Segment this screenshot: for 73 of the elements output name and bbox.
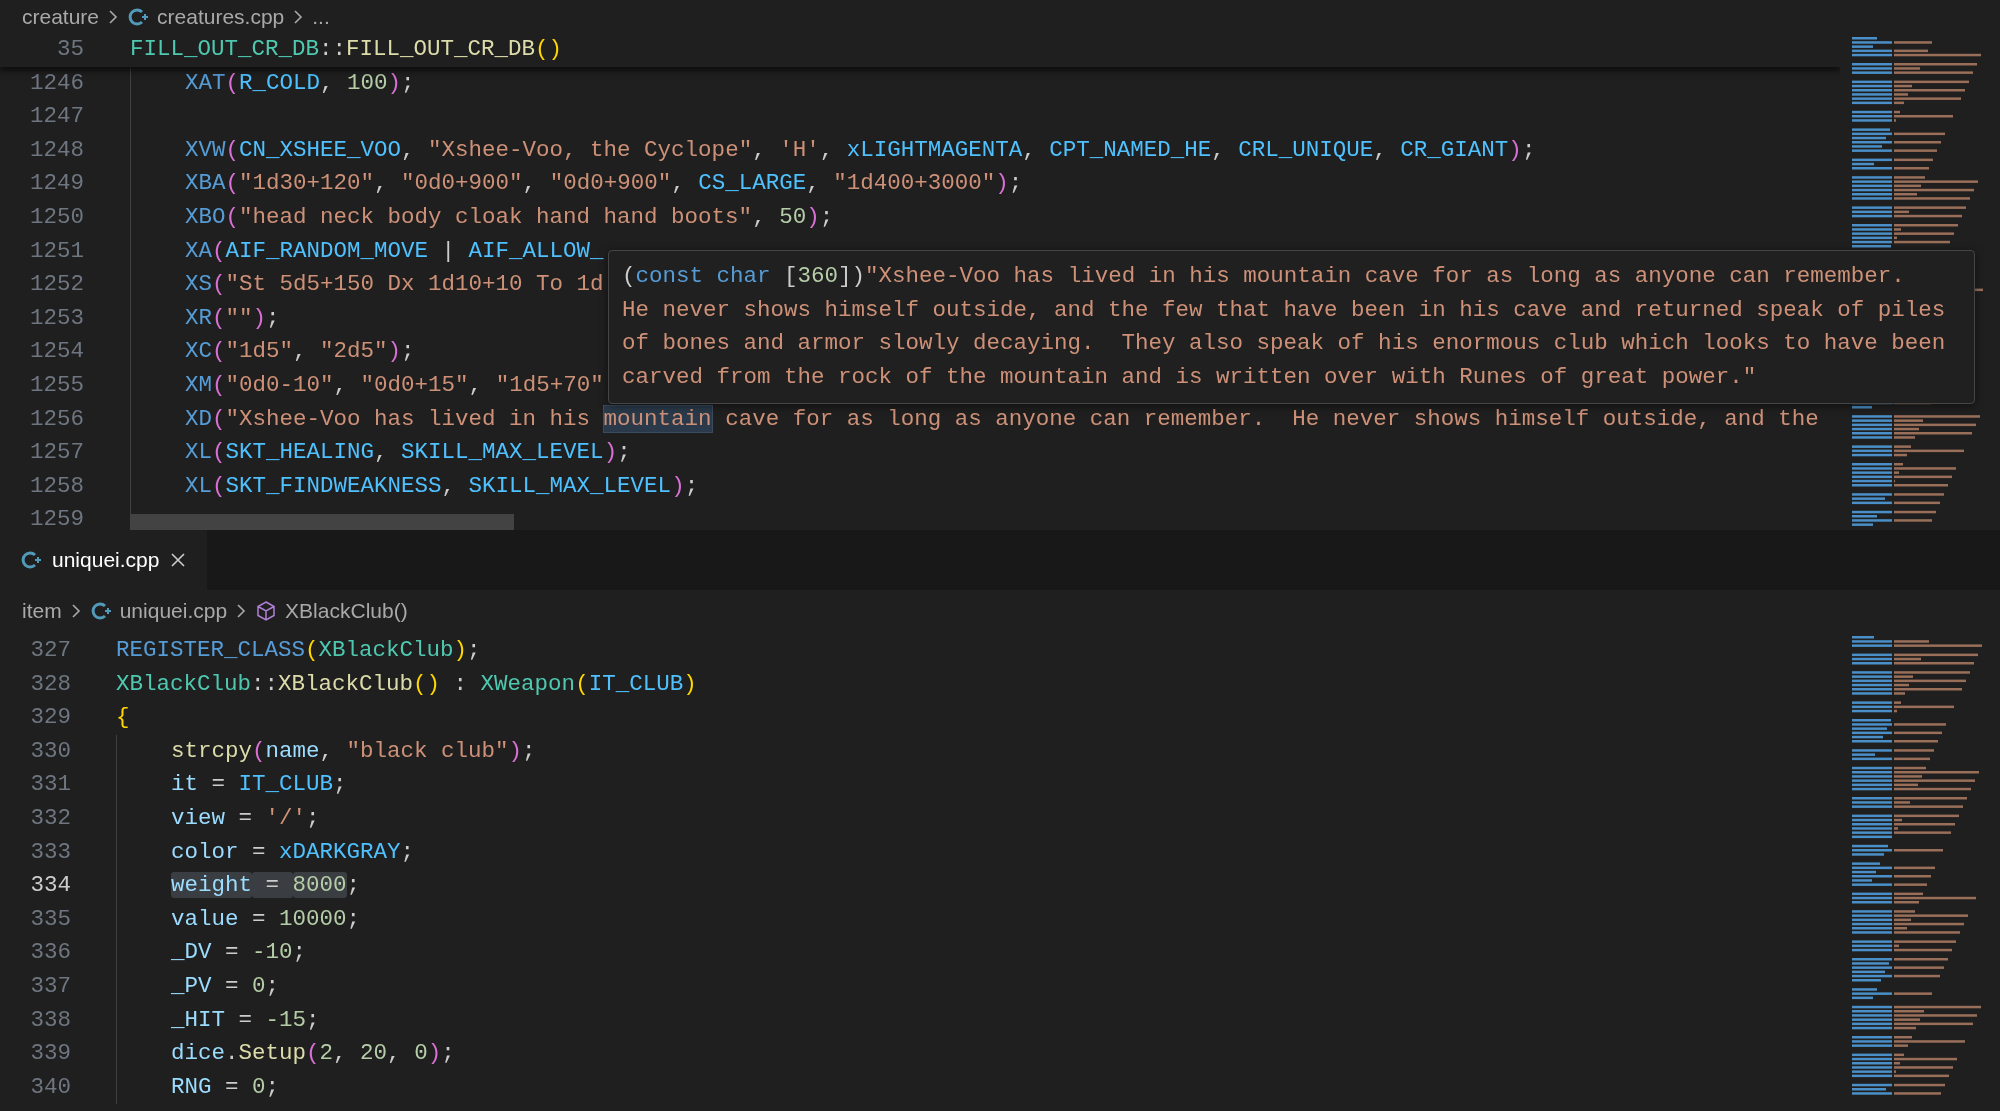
- code-line: color = xDARKGRAY;: [171, 838, 415, 865]
- horizontal-scrollbar[interactable]: [130, 514, 514, 530]
- more-breadcrumb[interactable]: ...: [312, 0, 330, 33]
- line-number: 331: [29, 770, 71, 800]
- code-line: {: [116, 703, 130, 733]
- line-number: 329: [29, 703, 71, 733]
- code-line: _HIT = -15;: [171, 1006, 320, 1033]
- code-line: XVW(CN_XSHEE_VOO, "Xshee-Voo, the Cyclope", 'H', xLIGHTMAGENTA, CPT_NAMED_HE, CRL_UNIQUE, CR_GIANT);: [185, 136, 1536, 163]
- chevron-icon: [292, 8, 305, 25]
- code-line: XL(SKT_FINDWEAKNESS, SKILL_MAX_LEVEL);: [185, 472, 699, 499]
- line-number: 1250: [29, 202, 84, 232]
- line-number: 1247: [29, 102, 84, 132]
- line-number: 1251: [29, 236, 84, 266]
- code-line: XL(SKT_HEALING, SKILL_MAX_LEVEL);: [185, 439, 631, 466]
- line-number: 338: [29, 1005, 71, 1035]
- close-icon[interactable]: [169, 551, 188, 569]
- line-number: 1256: [29, 404, 84, 434]
- code-line: XC("1d5", "2d5");: [185, 338, 415, 365]
- line-number: 334: [29, 871, 71, 901]
- line-number: 333: [29, 837, 71, 867]
- line-number: 336: [29, 938, 71, 968]
- file-type-icon: [89, 600, 112, 622]
- code-line: XBA("1d30+120", "0d0+900", "0d0+900", CS_LARGE, "1d400+3000");: [185, 170, 1023, 197]
- line-number: 327: [29, 636, 71, 665]
- line-number: 340: [29, 1072, 71, 1102]
- line-number: 1253: [29, 303, 84, 333]
- code-line: REGISTER_CLASS(XBlackClub);: [116, 636, 481, 665]
- code-line: it = IT_CLUB;: [171, 771, 347, 798]
- line-number: 35: [56, 35, 84, 64]
- line-number: 1257: [29, 438, 84, 468]
- line-number: 1258: [29, 471, 84, 501]
- code-line: value = 10000;: [171, 905, 361, 932]
- chevron-icon: [235, 603, 248, 619]
- chevron-icon: [69, 603, 82, 619]
- line-number: 339: [29, 1039, 71, 1069]
- code-line: weight = 8000;: [171, 872, 361, 899]
- line-number: 1252: [29, 270, 84, 300]
- breadcrumb-item[interactable]: creatures.cpp: [157, 0, 285, 33]
- tooltip-text: (const char [360])"Xshee-Voo has lived in his mountain cave for as long as anyone can remember. He never shows himself outside, and the few that have been in his cave and returned speak of piles of bones and armor slowly decaying. They also speak of his enormous club which looks to have been carved from the rock of the mountain and is written over with Runes of great power.": [622, 262, 1947, 392]
- line-number: 1249: [29, 169, 84, 199]
- code-line: strcpy(name, "black club");: [171, 737, 536, 764]
- code-line: XS("St 5d5+150 Dx 1d10+10 To 1d: [185, 271, 604, 298]
- line-number: 1259: [29, 505, 84, 530]
- code-line: FILL_OUT_CR_DB::FILL_OUT_CR_DB(): [130, 35, 563, 64]
- chevron-icon: [107, 8, 120, 25]
- line-number: 335: [29, 904, 71, 934]
- line-number: 332: [29, 803, 71, 833]
- code-line: _DV = -10;: [171, 939, 307, 966]
- code-line: XD("Xshee-Voo has lived in his mountain cave for as long as anyone can remember. He never shows himself outside, and the: [185, 405, 1819, 432]
- code-line: dice.Setup(2, 20, 0);: [171, 1040, 455, 1067]
- cube-icon: [255, 600, 278, 622]
- breadcrumb-item[interactable]: XBlackClub(): [285, 595, 408, 627]
- code-line: XR("");: [185, 304, 280, 331]
- editor-tab[interactable]: uniquei.cpp: [0, 530, 208, 590]
- line-number: 1255: [29, 370, 84, 400]
- code-line: XBO("head neck body cloak hand hand boots", 50);: [185, 203, 834, 230]
- line-number: 337: [29, 971, 71, 1001]
- line-number: 1248: [29, 135, 84, 165]
- code-line: _PV = 0;: [171, 972, 280, 999]
- line-number: 330: [29, 736, 71, 766]
- code-line: view = '/';: [171, 804, 320, 831]
- file-type-icon: [20, 549, 42, 571]
- line-number: 1254: [29, 337, 84, 367]
- code-line: XBlackClub::XBlackClub() : XWeapon(IT_CLUB): [116, 669, 697, 699]
- code-line: XA(AIF_RANDOM_MOVE | AIF_ALLOW_: [185, 237, 604, 264]
- code-line: XM("0d0-10", "0d0+15", "1d5+70": [185, 371, 604, 398]
- line-number: 328: [29, 669, 71, 699]
- code-line: RNG = 0;: [171, 1073, 280, 1100]
- breadcrumb-item[interactable]: item: [22, 595, 62, 627]
- breadcrumb-item[interactable]: creature: [22, 0, 100, 33]
- code-line: XAT(R_COLD, 100);: [185, 69, 415, 96]
- line-number: 1246: [29, 68, 84, 98]
- breadcrumb-item[interactable]: uniquei.cpp: [119, 595, 228, 627]
